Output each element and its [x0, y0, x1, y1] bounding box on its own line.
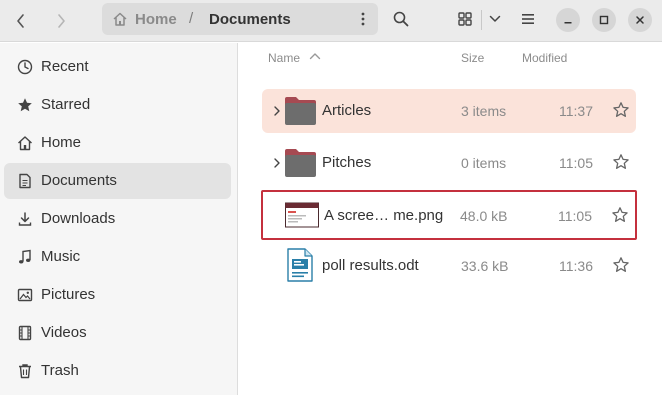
- search-button[interactable]: [386, 4, 416, 34]
- minimize-button[interactable]: [556, 8, 580, 32]
- table-row[interactable]: Articles 3 items 11:37: [262, 89, 636, 133]
- folder-icon: [285, 149, 316, 177]
- sidebar: Recent Starred Home Documents Downloads …: [0, 43, 238, 395]
- column-header-name[interactable]: Name: [268, 51, 300, 65]
- picture-icon: [16, 286, 34, 304]
- home-icon: [113, 12, 127, 26]
- maximize-icon: [599, 15, 609, 25]
- sidebar-item-downloads[interactable]: Downloads: [4, 201, 231, 237]
- music-note-icon: [16, 248, 34, 266]
- chevron-left-icon: [17, 14, 24, 28]
- minimize-icon: [564, 22, 572, 24]
- chevron-right-icon: [58, 14, 65, 28]
- path-bar: Home / Documents: [102, 3, 378, 35]
- close-button[interactable]: [628, 8, 652, 32]
- table-row[interactable]: A scree… me.png 48.0 kB 11:05: [261, 190, 637, 240]
- view-options-dropdown[interactable]: [484, 4, 506, 34]
- sidebar-item-label: Pictures: [41, 286, 96, 303]
- file-size: 48.0 kB: [460, 208, 508, 224]
- column-header-modified[interactable]: Modified: [522, 51, 567, 65]
- sidebar-item-label: Documents: [41, 172, 117, 189]
- table-row[interactable]: poll results.odt 33.6 kB 11:36: [262, 244, 636, 288]
- folder-icon: [285, 97, 316, 125]
- sidebar-item-home[interactable]: Home: [4, 125, 231, 161]
- file-modified: 11:05: [558, 208, 592, 224]
- star-icon: [16, 96, 34, 114]
- sidebar-item-starred[interactable]: Starred: [4, 87, 231, 123]
- hamburger-icon: [522, 14, 534, 24]
- home-icon: [16, 134, 34, 152]
- column-header-size[interactable]: Size: [461, 51, 484, 65]
- grid-view-icon: [458, 12, 472, 26]
- sidebar-item-label: Music: [41, 248, 81, 265]
- star-toggle-icon[interactable]: [612, 101, 630, 119]
- file-name: Articles: [322, 102, 372, 119]
- sort-ascending-icon[interactable]: [309, 52, 321, 60]
- sidebar-item-recent[interactable]: Recent: [4, 49, 231, 85]
- file-size: 0 items: [461, 155, 507, 171]
- file-modified: 11:36: [559, 258, 593, 274]
- file-name: A scree… me.png: [324, 207, 444, 224]
- file-size: 33.6 kB: [461, 258, 509, 274]
- table-row[interactable]: Pitches 0 items 11:05: [262, 141, 636, 185]
- search-icon: [393, 11, 409, 27]
- forward-button[interactable]: [46, 6, 76, 36]
- maximize-button[interactable]: [592, 8, 616, 32]
- path-home-label: Home: [135, 10, 177, 28]
- view-toggle-button[interactable]: [450, 4, 480, 34]
- document-file-icon: [287, 248, 313, 282]
- film-icon: [16, 324, 34, 342]
- sidebar-item-label: Recent: [41, 58, 89, 75]
- path-home-button[interactable]: Home: [112, 3, 177, 35]
- path-current-folder[interactable]: Documents: [209, 11, 291, 28]
- sidebar-item-videos[interactable]: Videos: [4, 315, 231, 351]
- path-menu-button[interactable]: [352, 4, 374, 34]
- star-toggle-icon[interactable]: [612, 256, 630, 274]
- close-icon: [636, 16, 644, 24]
- clock-icon: [16, 58, 34, 76]
- sidebar-item-label: Home: [41, 134, 82, 151]
- path-separator: /: [189, 10, 194, 27]
- vertical-ellipsis-icon: [361, 12, 365, 26]
- file-list-view: Name Size Modified Articles 3 items 11:3…: [239, 43, 662, 395]
- expand-chevron-icon[interactable]: [271, 104, 283, 118]
- header-bar: Home / Documents: [0, 0, 662, 42]
- main-menu-button[interactable]: [513, 4, 543, 34]
- back-button[interactable]: [6, 6, 36, 36]
- sidebar-item-label: Trash: [41, 362, 79, 379]
- file-modified: 11:05: [559, 155, 593, 171]
- view-divider: [481, 10, 482, 30]
- file-name: poll results.odt: [322, 257, 419, 274]
- expand-chevron-icon[interactable]: [271, 156, 283, 170]
- trash-icon: [16, 362, 34, 380]
- document-icon: [16, 172, 34, 190]
- file-name: Pitches: [322, 154, 372, 171]
- sidebar-item-label: Videos: [41, 324, 87, 341]
- sidebar-item-label: Starred: [41, 96, 91, 113]
- sidebar-item-pictures[interactable]: Pictures: [4, 277, 231, 313]
- image-thumbnail-icon: [285, 202, 319, 228]
- chevron-down-icon: [489, 15, 501, 22]
- file-modified: 11:37: [559, 103, 593, 119]
- file-size: 3 items: [461, 103, 507, 119]
- sidebar-item-trash[interactable]: Trash: [4, 353, 231, 389]
- sidebar-item-music[interactable]: Music: [4, 239, 231, 275]
- star-toggle-icon[interactable]: [611, 206, 629, 224]
- star-toggle-icon[interactable]: [612, 153, 630, 171]
- download-icon: [16, 210, 34, 228]
- sidebar-item-label: Downloads: [41, 210, 116, 227]
- sidebar-item-documents[interactable]: Documents: [4, 163, 231, 199]
